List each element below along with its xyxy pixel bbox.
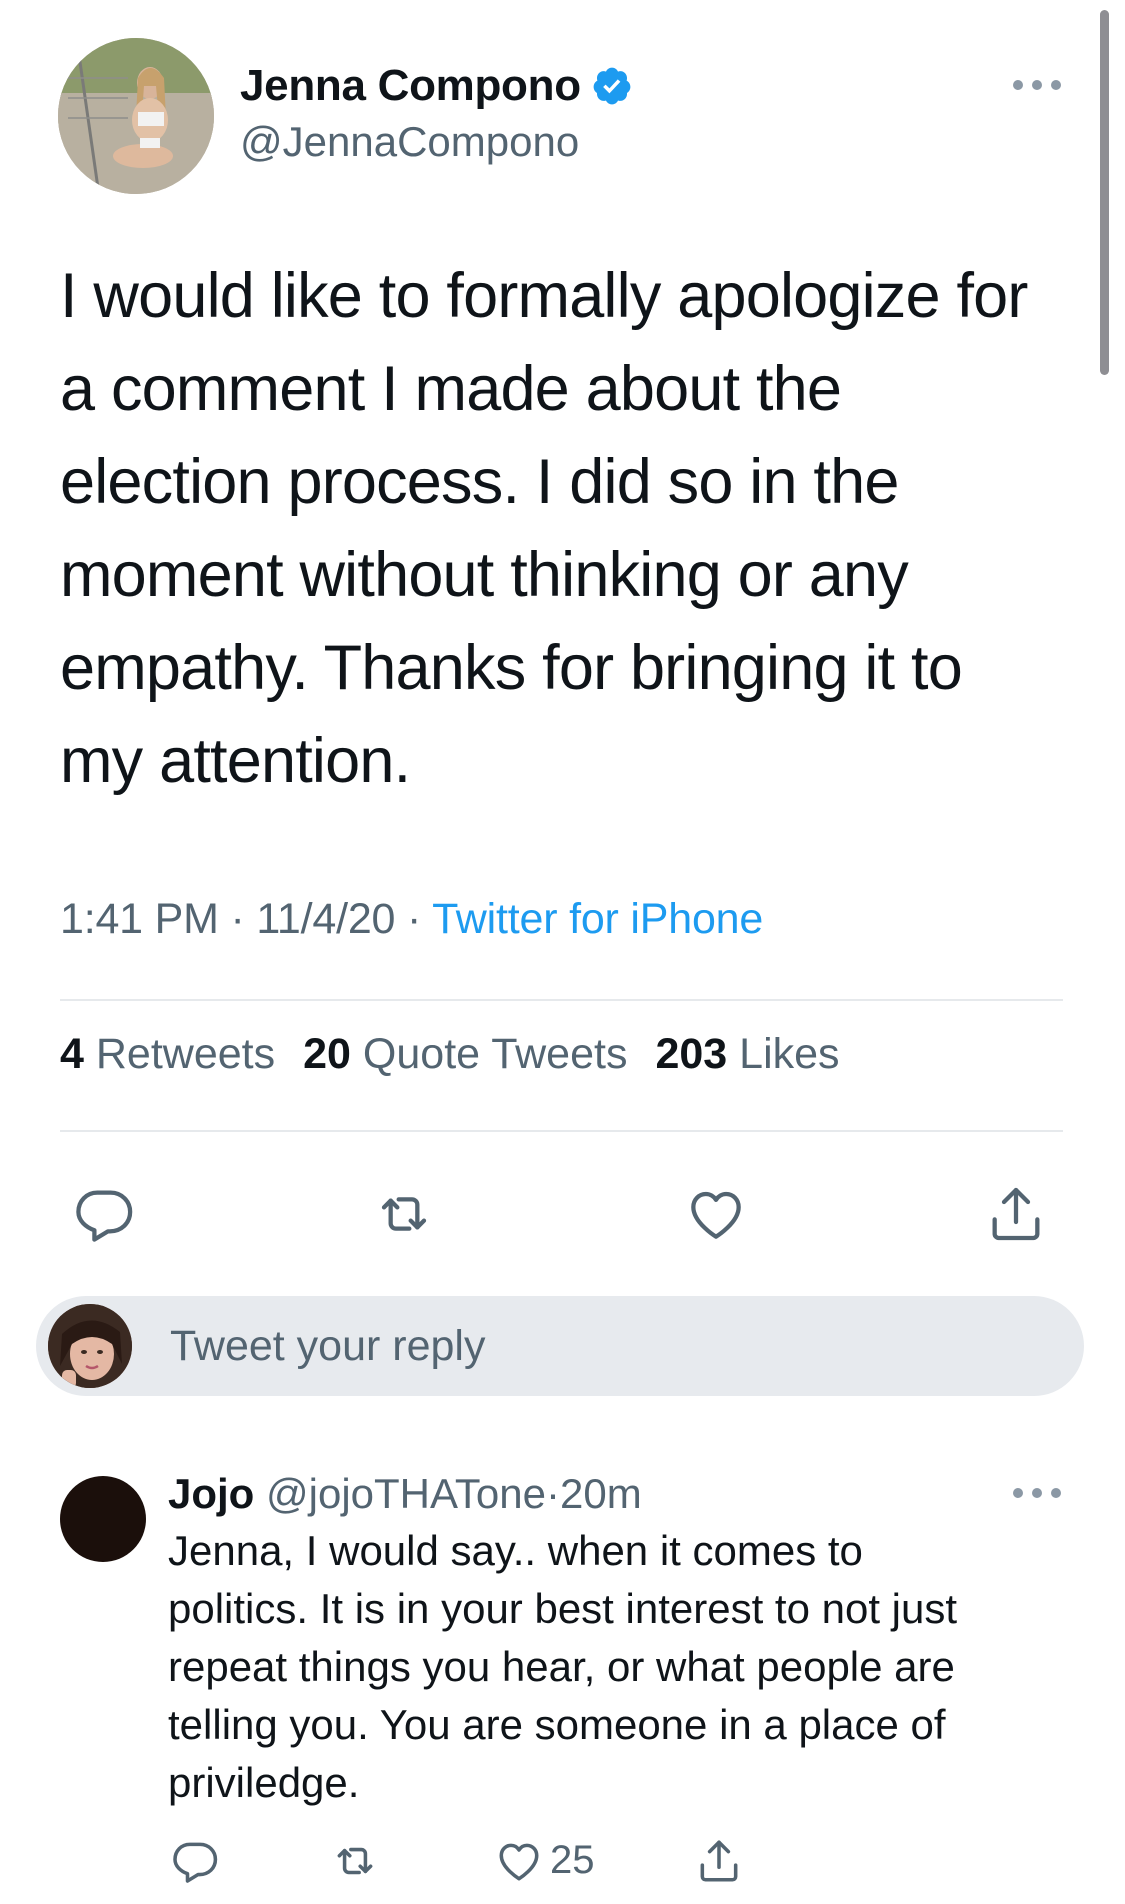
- scrollbar[interactable]: [1100, 10, 1109, 375]
- reply-retweet-icon[interactable]: [330, 1836, 380, 1886]
- share-icon[interactable]: [984, 1182, 1048, 1246]
- retweets-stat[interactable]: 4 Retweets: [60, 1030, 275, 1079]
- quotes-count: 20: [303, 1030, 351, 1078]
- reply-header: Jojo @jojoTHATone·20m: [168, 1466, 642, 1522]
- retweets-label: Retweets: [95, 1030, 276, 1078]
- reply-composer[interactable]: Tweet your reply: [36, 1296, 1084, 1396]
- tweet-text: I would like to formally apologize for a…: [60, 261, 1028, 796]
- tweet-source-link[interactable]: Twitter for iPhone: [432, 895, 763, 943]
- more-options-icon[interactable]: [1010, 70, 1064, 100]
- likes-count: 203: [655, 1030, 728, 1078]
- divider: [60, 999, 1063, 1001]
- current-user-avatar: [48, 1304, 132, 1388]
- like-icon[interactable]: [684, 1182, 748, 1246]
- reply-like-icon[interactable]: [494, 1836, 544, 1886]
- tweet-time: 1:41 PM: [60, 895, 219, 943]
- reply-reply-icon[interactable]: [170, 1836, 220, 1886]
- reply-input-placeholder[interactable]: Tweet your reply: [170, 1322, 485, 1371]
- reply-separator: ·: [546, 1470, 560, 1517]
- retweets-count: 4: [60, 1030, 84, 1078]
- author-block: Jenna Compono @JennaCompono: [240, 58, 633, 170]
- tweet-meta: 1:41 PM · 11/4/20 · Twitter for iPhone: [60, 895, 763, 944]
- meta-separator: ·: [230, 895, 245, 943]
- likes-stat[interactable]: 203 Likes: [655, 1030, 839, 1079]
- reply-icon[interactable]: [72, 1182, 136, 1246]
- reply-like-count: 25: [550, 1838, 595, 1882]
- tweet-stats: 4 Retweets 20 Quote Tweets 203 Likes: [60, 1030, 840, 1079]
- quotes-label: Quote Tweets: [362, 1030, 628, 1078]
- author-name-text[interactable]: Jenna Compono: [240, 58, 581, 114]
- author-name[interactable]: Jenna Compono: [240, 58, 633, 114]
- reply-author-handle[interactable]: @jojoTHATone: [266, 1470, 546, 1517]
- retweet-icon[interactable]: [372, 1182, 436, 1246]
- author-handle[interactable]: @JennaCompono: [240, 114, 633, 170]
- reply-more-options-icon[interactable]: [1010, 1478, 1064, 1508]
- likes-label: Likes: [739, 1030, 840, 1078]
- reply-text: Jenna, I would say.. when it comes to po…: [168, 1527, 958, 1806]
- reply-age: 20m: [560, 1470, 642, 1517]
- divider: [60, 1130, 1063, 1132]
- meta-separator: ·: [407, 895, 422, 943]
- tweet-date: 11/4/20: [256, 895, 396, 943]
- reply-author-name[interactable]: Jojo: [168, 1470, 254, 1517]
- author-avatar[interactable]: [58, 38, 214, 194]
- verified-badge-icon: [591, 65, 633, 107]
- reply-share-icon[interactable]: [694, 1836, 744, 1886]
- reply-author-avatar[interactable]: [60, 1476, 146, 1562]
- quotes-stat[interactable]: 20 Quote Tweets: [303, 1030, 627, 1079]
